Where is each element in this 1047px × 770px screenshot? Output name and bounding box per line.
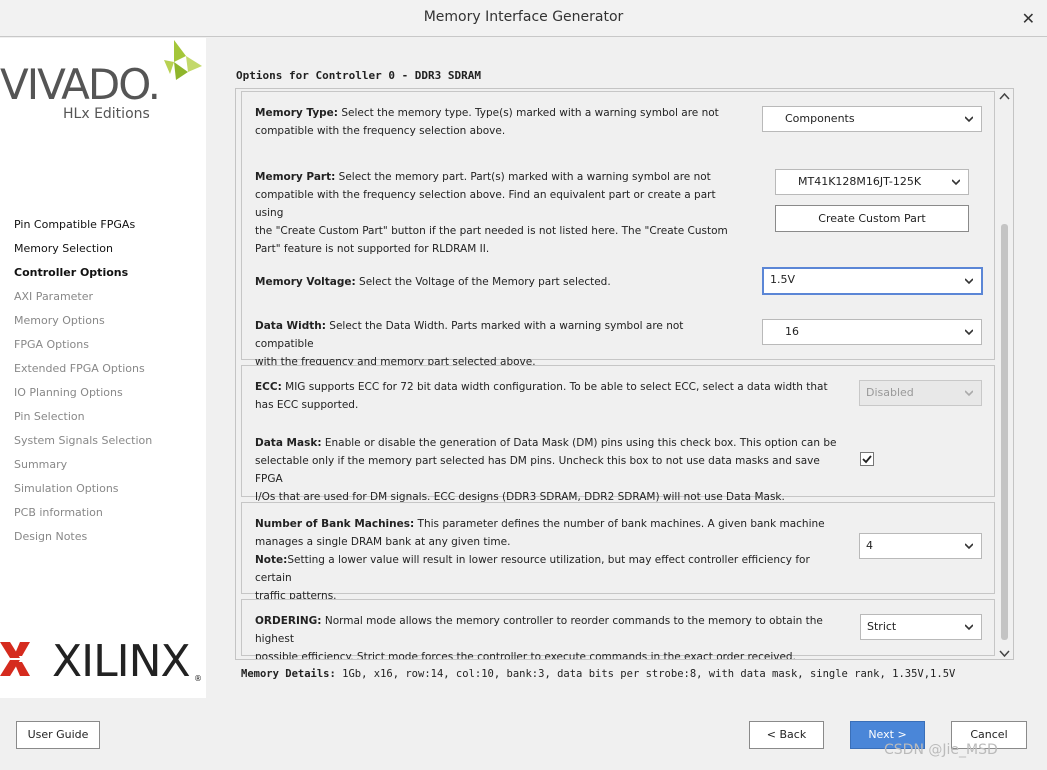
- chevron-down-icon: [965, 543, 973, 550]
- data-width-label: Data Width:: [255, 320, 326, 332]
- sidebar-item-fpga-options: FPGA Options: [14, 338, 89, 351]
- ecc-value: Disabled: [866, 386, 914, 399]
- memory-part-desc-2: compatible with the frequency selection …: [255, 189, 716, 219]
- memory-type-label: Memory Type:: [255, 107, 339, 119]
- memory-part-select[interactable]: MT41K128M16JT-125K: [775, 169, 969, 195]
- sidebar-item-pcb-information: PCB information: [14, 506, 103, 519]
- bank-machines-panel: Number of Bank Machines: This parameter …: [241, 502, 995, 602]
- title-bar: Memory Interface Generator ✕: [0, 0, 1047, 37]
- sidebar-item-controller-options[interactable]: Controller Options: [14, 266, 152, 290]
- sidebar-item-pin-selection: Pin Selection: [14, 410, 85, 423]
- sidebar-item-summary: Summary: [14, 458, 68, 471]
- memory-part-value: MT41K128M16JT-125K: [798, 175, 922, 188]
- memory-voltage-select[interactable]: 1.5V: [762, 267, 983, 295]
- data-width-select[interactable]: 16: [762, 319, 982, 345]
- xilinx-logo-icon: [0, 642, 30, 676]
- memory-details-value: 1Gb, x16, row:14, col:10, bank:3, data b…: [335, 668, 956, 680]
- chevron-down-icon: [965, 390, 973, 397]
- bank-machines-note-label: Note:: [255, 554, 288, 566]
- ordering-select[interactable]: Strict: [860, 614, 982, 640]
- memory-voltage-desc-1: Select the Voltage of the Memory part se…: [355, 276, 611, 288]
- sidebar-item-simulation-options: Simulation Options: [14, 482, 119, 495]
- memory-part-desc-1: Select the memory part. Part(s) marked w…: [335, 171, 711, 183]
- chevron-down-icon: [965, 278, 973, 285]
- back-button[interactable]: < Back: [749, 721, 824, 749]
- data-mask-checkbox[interactable]: [860, 452, 874, 466]
- memory-voltage-label: Memory Voltage:: [255, 276, 356, 288]
- memory-part-desc-3: the "Create Custom Part" button if the p…: [255, 225, 728, 237]
- ordering-desc-2: possible efficiency. Strict mode forces …: [255, 651, 796, 660]
- bank-machines-note: Setting a lower value will result in low…: [255, 554, 810, 584]
- window-title: Memory Interface Generator: [423, 9, 624, 25]
- memory-part-description: Memory Part: Select the memory part. Par…: [255, 168, 735, 258]
- sidebar-item-system-signals-selection: System Signals Selection: [14, 434, 153, 447]
- ordering-description: ORDERING: Normal mode allows the memory …: [255, 612, 845, 660]
- vivado-logo-text: VIVADO.: [0, 60, 161, 109]
- checkmark-icon: [862, 455, 872, 464]
- chevron-down-icon: [952, 179, 960, 186]
- bank-machines-select[interactable]: 4: [859, 533, 982, 559]
- memory-type-description: Memory Type: Select the memory type. Typ…: [255, 104, 735, 140]
- vivado-edition-text: HLx Editions: [63, 106, 150, 122]
- sidebar-item-memory-options: Memory Options: [14, 314, 105, 327]
- vivado-logo-icon: [164, 40, 202, 80]
- scroll-down-icon[interactable]: [999, 648, 1010, 658]
- wizard-steps: Pin Compatible FPGAs Memory Selection Co…: [14, 218, 152, 554]
- sidebar: VIVADO. HLx Editions Pin Compatible FPGA…: [0, 38, 206, 698]
- ecc-description: ECC: MIG supports ECC for 72 bit data wi…: [255, 378, 835, 414]
- memory-settings-panel: Memory Type: Select the memory type. Typ…: [241, 91, 995, 368]
- memory-type-value: Components: [785, 112, 855, 125]
- bank-machines-value: 4: [866, 539, 873, 552]
- memory-details-label: Memory Details:: [241, 668, 336, 680]
- data-mask-description: Data Mask: Enable or disable the generat…: [255, 434, 845, 506]
- sidebar-item-design-notes: Design Notes: [14, 530, 88, 543]
- memory-type-select[interactable]: Components: [762, 106, 982, 132]
- user-guide-button[interactable]: User Guide: [16, 721, 100, 749]
- data-mask-desc-2: selectable only if the memory part selec…: [255, 455, 820, 485]
- sidebar-item-extended-fpga-options: Extended FPGA Options: [14, 362, 145, 375]
- data-width-description: Data Width: Select the Data Width. Parts…: [255, 317, 735, 371]
- ecc-label: ECC:: [255, 381, 282, 393]
- ecc-select: Disabled: [859, 380, 982, 406]
- create-custom-part-button[interactable]: Create Custom Part: [775, 205, 969, 232]
- sidebar-item-memory-selection[interactable]: Memory Selection: [14, 242, 152, 266]
- memory-voltage-description: Memory Voltage: Select the Voltage of th…: [255, 273, 735, 291]
- xilinx-logo-text: XILINX: [52, 636, 191, 687]
- bank-machines-desc-2: manages a single DRAM bank at any given …: [255, 536, 511, 548]
- close-icon[interactable]: ✕: [1022, 9, 1035, 28]
- chevron-down-icon: [965, 624, 973, 631]
- sidebar-item-pin-compatible-fpgas[interactable]: Pin Compatible FPGAs: [14, 218, 152, 242]
- data-mask-desc-1: Enable or disable the generation of Data…: [321, 437, 837, 449]
- ordering-desc-1: Normal mode allows the memory controller…: [255, 615, 823, 645]
- memory-part-label: Memory Part:: [255, 171, 336, 183]
- options-scroll-area[interactable]: Memory Type: Select the memory type. Typ…: [235, 88, 1014, 660]
- bank-machines-label: Number of Bank Machines:: [255, 518, 415, 530]
- memory-details: Memory Details: 1Gb, x16, row:14, col:10…: [241, 668, 955, 680]
- ordering-panel: ORDERING: Normal mode allows the memory …: [241, 599, 995, 659]
- memory-type-desc-2: compatible with the frequency selection …: [255, 125, 506, 137]
- scrollbar-thumb[interactable]: [1001, 224, 1008, 640]
- xilinx-registered-mark: ®: [194, 674, 202, 683]
- page-title: Options for Controller 0 - DDR3 SDRAM: [236, 69, 482, 82]
- chevron-down-icon: [965, 116, 973, 123]
- memory-part-desc-4: Part" feature is not supported for RLDRA…: [255, 243, 490, 255]
- data-mask-label: Data Mask:: [255, 437, 322, 449]
- bank-machines-description: Number of Bank Machines: This parameter …: [255, 515, 845, 605]
- memory-voltage-value: 1.5V: [770, 273, 796, 286]
- ecc-desc-2: has ECC supported.: [255, 399, 359, 411]
- ecc-desc-1: MIG supports ECC for 72 bit data width c…: [281, 381, 828, 393]
- sidebar-item-axi-parameter: AXI Parameter: [14, 290, 94, 303]
- scroll-up-icon[interactable]: [999, 92, 1010, 102]
- vertical-scrollbar[interactable]: [999, 92, 1010, 658]
- data-width-value: 16: [785, 325, 799, 338]
- ecc-datamask-panel: ECC: MIG supports ECC for 72 bit data wi…: [241, 365, 995, 503]
- ordering-value: Strict: [867, 620, 897, 633]
- watermark: CSDN @Jie_MSD: [884, 742, 998, 758]
- ordering-label: ORDERING:: [255, 615, 322, 627]
- chevron-down-icon: [965, 329, 973, 336]
- sidebar-item-io-planning-options: IO Planning Options: [14, 386, 123, 399]
- bank-machines-desc-1: This parameter defines the number of ban…: [414, 518, 825, 530]
- memory-type-desc-1: Select the memory type. Type(s) marked w…: [338, 107, 719, 119]
